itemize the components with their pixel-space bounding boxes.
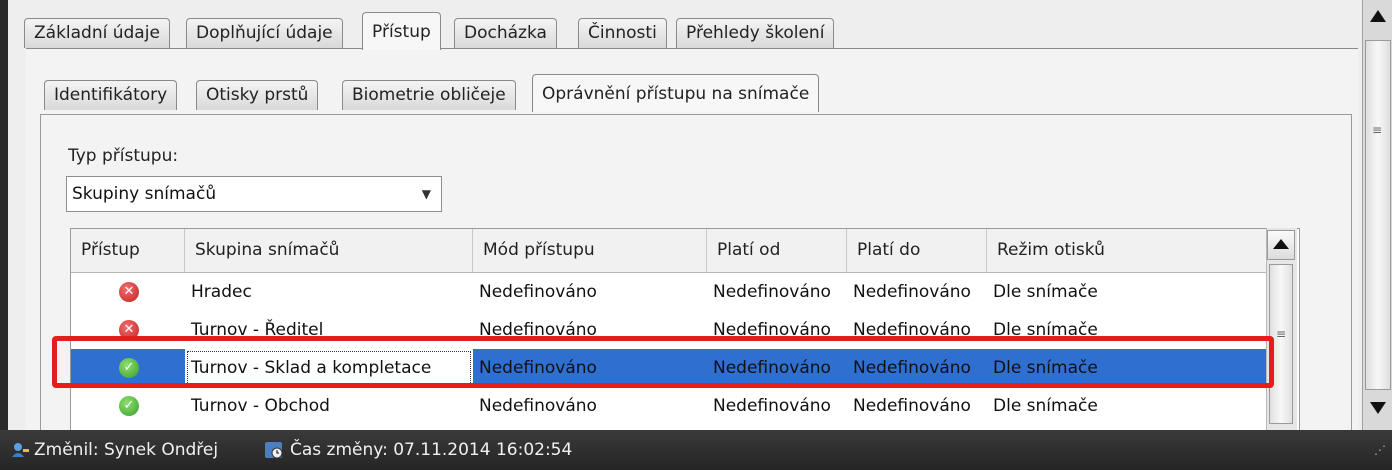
access-cell: ✕	[71, 311, 185, 349]
print-mode-cell: Dle snímače	[993, 358, 1098, 378]
mode-cell: Nedefinováno	[479, 320, 597, 340]
to-cell: Nedefinováno	[853, 396, 971, 416]
tab-otisky-prstu[interactable]: Otisky prstů	[196, 80, 319, 110]
deny-icon: ✕	[119, 320, 139, 340]
col-header-plati-do[interactable]: Platí do	[847, 229, 987, 272]
tab-identifikatory[interactable]: Identifikátory	[44, 80, 178, 110]
table-row-selected[interactable]: ✓ Turnov - Sklad a kompletace Nedefinová…	[71, 349, 1271, 387]
tab-cinnosti[interactable]: Činnosti	[578, 18, 667, 48]
table-row[interactable]: ✓ Turnov - Obchod Nedefinováno Nedefinov…	[71, 387, 1271, 425]
col-header-plati-od[interactable]: Platí od	[707, 229, 847, 272]
tab-doplnujici-udaje[interactable]: Doplňující údaje	[186, 18, 343, 48]
status-bar: Změnil: Synek Ondřej Čas změny: 07.11.20…	[0, 430, 1392, 470]
from-cell: Nedefinováno	[713, 358, 831, 378]
changed-time-text: Čas změny: 07.11.2014 16:02:54	[290, 440, 573, 460]
mode-cell: Nedefinováno	[479, 282, 597, 302]
tab-dochazka[interactable]: Docházka	[454, 18, 557, 48]
tab-opravneni-pristupu[interactable]: Oprávnění přístupu na snímače	[532, 74, 820, 112]
access-cell: ✓	[71, 349, 185, 387]
table-row[interactable]: ✕ Turnov - Ředitel Nedefinováno Nedefino…	[71, 311, 1271, 349]
to-cell: Nedefinováno	[853, 282, 971, 302]
window-frame	[0, 0, 8, 430]
tab-zakladni-udaje[interactable]: Základní údaje	[24, 18, 170, 48]
col-header-skupina[interactable]: Skupina snímačů	[185, 229, 473, 272]
group-cell: Hradec	[191, 282, 252, 302]
tab-biometrie-obliceje[interactable]: Biometrie obličeje	[342, 80, 516, 110]
access-type-label: Typ přístupu:	[68, 146, 179, 166]
grip-icon: ≡	[1276, 327, 1287, 341]
col-header-rezim[interactable]: Režim otisků	[987, 229, 1267, 272]
to-cell: Nedefinováno	[853, 320, 971, 340]
arrow-down-icon[interactable]	[1370, 402, 1386, 414]
page-scrollbar[interactable]: ≡	[1362, 0, 1392, 430]
scroll-up-button[interactable]	[1267, 230, 1295, 260]
access-grid[interactable]: Přístup Skupina snímačů Mód přístupu Pla…	[70, 228, 1300, 431]
resize-grip-icon[interactable]: ⋰	[1374, 430, 1386, 470]
page-scrollbar-thumb[interactable]: ≡	[1365, 40, 1391, 390]
grid-scrollbar-thumb[interactable]: ≡	[1269, 264, 1293, 424]
to-cell: Nedefinováno	[853, 358, 971, 378]
grid-scrollbar[interactable]: ≡	[1266, 228, 1297, 430]
col-header-pristup[interactable]: Přístup	[71, 229, 185, 272]
allow-icon: ✓	[119, 358, 139, 378]
arrow-up-icon[interactable]	[1370, 10, 1386, 22]
access-type-value: Skupiny snímačů	[72, 184, 217, 204]
tab-prehledy-skoleni[interactable]: Přehledy školení	[676, 18, 835, 48]
print-mode-cell: Dle snímače	[993, 282, 1098, 302]
user-key-icon	[12, 443, 29, 457]
allow-icon: ✓	[119, 396, 139, 416]
print-mode-cell: Dle snímače	[993, 320, 1098, 340]
access-cell: ✕	[71, 273, 185, 311]
group-cell: Turnov - Ředitel	[191, 320, 324, 340]
table-row[interactable]: ✕ Hradec Nedefinováno Nedefinováno Nedef…	[71, 273, 1271, 311]
access-cell: ✓	[71, 387, 185, 425]
arrow-up-icon	[1273, 239, 1289, 249]
group-cell: Turnov - Obchod	[191, 396, 330, 416]
group-cell[interactable]: Turnov - Sklad a kompletace	[185, 349, 473, 387]
print-mode-cell: Dle snímače	[993, 396, 1098, 416]
grip-icon: ≡	[1372, 123, 1383, 137]
from-cell: Nedefinováno	[713, 396, 831, 416]
tab-pristup[interactable]: Přístup	[362, 12, 441, 50]
deny-icon: ✕	[119, 282, 139, 302]
mode-cell: Nedefinováno	[479, 396, 597, 416]
grid-header: Přístup Skupina snímačů Mód přístupu Pla…	[71, 229, 1271, 273]
clock-badge-icon	[265, 442, 283, 459]
mode-cell: Nedefinováno	[479, 358, 597, 378]
from-cell: Nedefinováno	[713, 320, 831, 340]
col-header-mod[interactable]: Mód přístupu	[473, 229, 707, 272]
chevron-down-icon[interactable]: ▼	[422, 177, 431, 211]
changed-by-text: Změnil: Synek Ondřej	[34, 440, 219, 460]
access-type-select[interactable]: Skupiny snímačů ▼	[66, 176, 442, 212]
from-cell: Nedefinováno	[713, 282, 831, 302]
